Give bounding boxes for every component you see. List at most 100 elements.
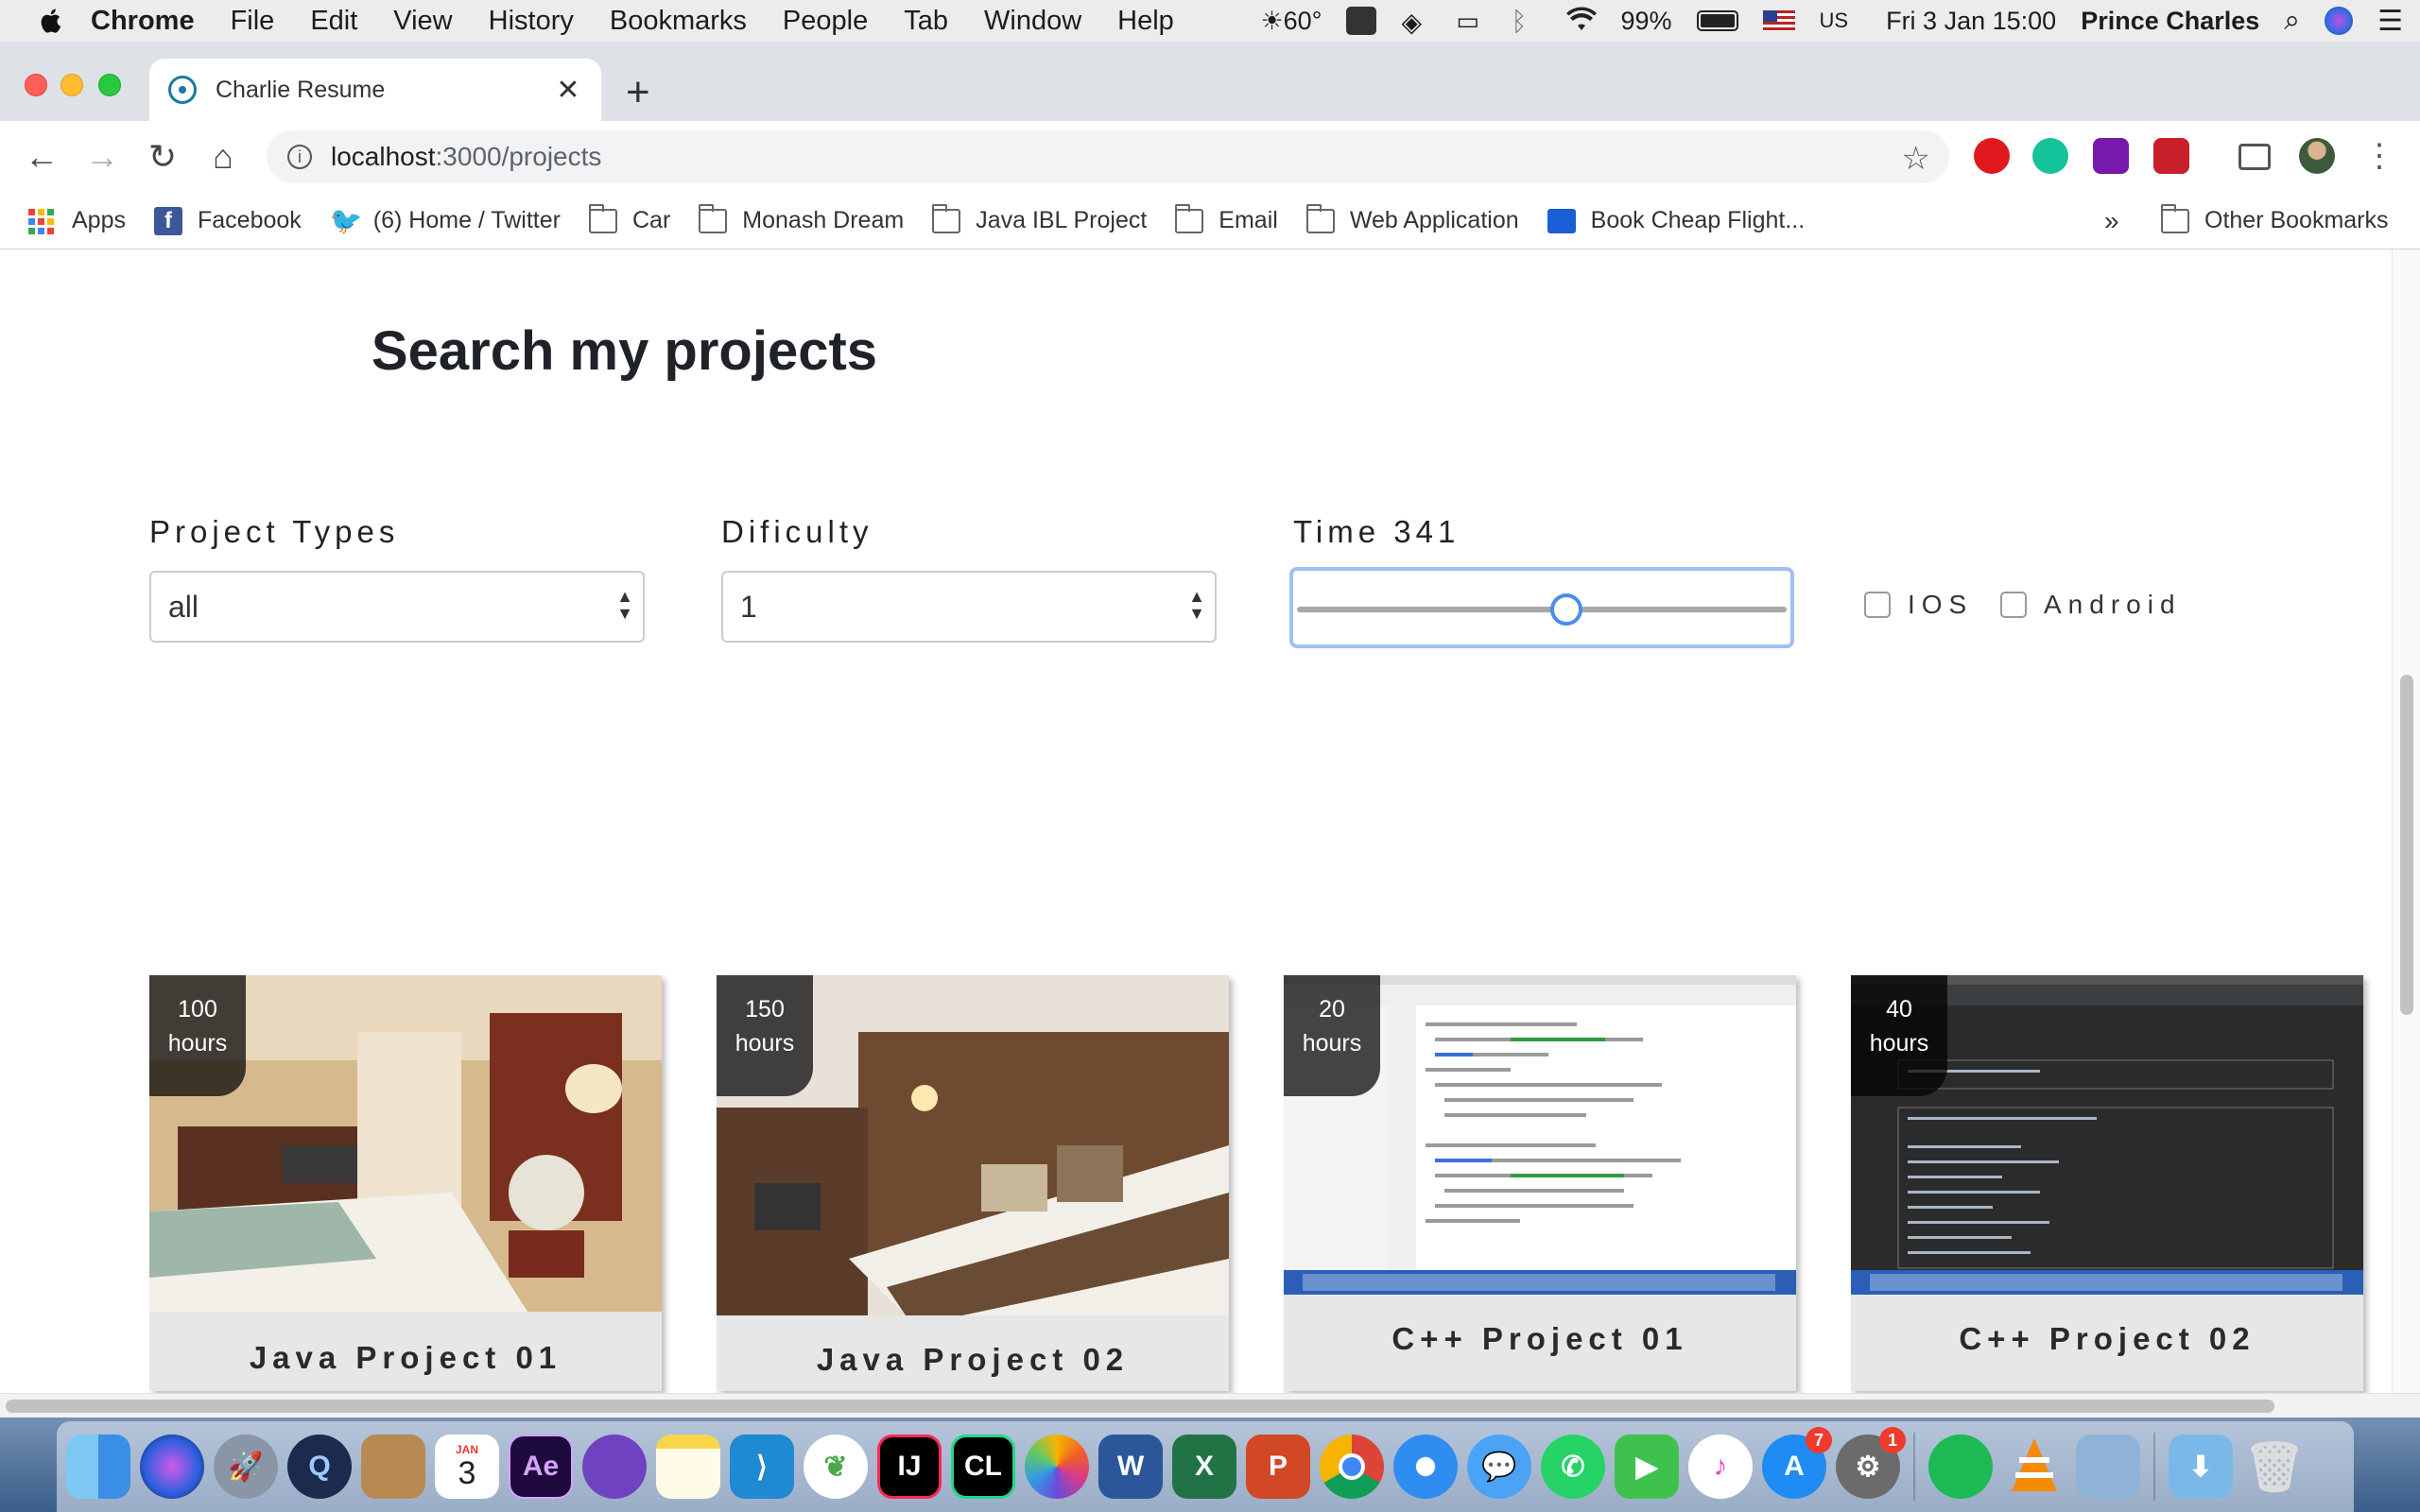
siri-icon[interactable]: [140, 1435, 204, 1499]
forward-button[interactable]: →: [83, 137, 121, 176]
horizontal-scrollbar-thumb[interactable]: [6, 1400, 2274, 1413]
preview-icon[interactable]: [2076, 1435, 2140, 1499]
window-minimize-button[interactable]: [60, 74, 83, 96]
ios-checkbox[interactable]: IOS: [1864, 590, 1973, 620]
spotify-icon[interactable]: [1928, 1435, 1993, 1499]
system-preferences-icon[interactable]: ⚙ 1: [1836, 1427, 1906, 1499]
project-types-select[interactable]: all ▲ ▼: [149, 571, 645, 643]
whatsapp-icon[interactable]: ✆: [1541, 1435, 1605, 1499]
window-close-button[interactable]: [25, 74, 47, 96]
ios-checkbox-box[interactable]: [1864, 592, 1891, 618]
tab-close-icon[interactable]: ✕: [554, 74, 582, 107]
after-effects-icon[interactable]: Ae: [509, 1435, 573, 1499]
menu-help[interactable]: Help: [1117, 6, 1174, 37]
project-card[interactable]: 40 hours C++ Project 02: [1851, 975, 2363, 1391]
battery-percent[interactable]: 99%: [1620, 7, 1671, 36]
menu-tab[interactable]: Tab: [904, 6, 948, 37]
apple-icon[interactable]: [38, 7, 66, 35]
menu-edit[interactable]: Edit: [310, 6, 357, 37]
bookmark-folder-car[interactable]: Car: [588, 203, 670, 234]
user-name[interactable]: Prince Charles: [2081, 7, 2259, 36]
bookmark-facebook[interactable]: f Facebook: [153, 206, 302, 235]
excel-icon[interactable]: X: [1172, 1435, 1236, 1499]
menu-app-chrome[interactable]: Chrome: [91, 6, 195, 37]
siri-icon[interactable]: [2325, 7, 2354, 35]
contacts-icon[interactable]: [361, 1435, 425, 1499]
github-desktop-icon[interactable]: [582, 1435, 647, 1499]
android-checkbox-box[interactable]: [2000, 592, 2027, 618]
reload-button[interactable]: ↻: [144, 137, 182, 176]
spotlight-search-icon[interactable]: ⌕: [2284, 5, 2300, 37]
calendar-icon[interactable]: JAN 3: [435, 1435, 499, 1499]
photos-icon[interactable]: [1025, 1435, 1089, 1499]
bluetooth-icon[interactable]: ᛒ: [1511, 7, 1541, 36]
word-icon[interactable]: W: [1098, 1435, 1163, 1499]
bookmark-other-bookmarks[interactable]: Other Bookmarks: [2161, 203, 2389, 234]
chrome-menu-icon[interactable]: ⋮: [2363, 140, 2395, 172]
dropbox-icon[interactable]: ◈: [1401, 7, 1431, 37]
back-button[interactable]: ←: [23, 137, 60, 176]
trash-icon[interactable]: 🗑: [2242, 1435, 2307, 1499]
new-tab-button[interactable]: +: [626, 72, 650, 113]
bookmark-twitter[interactable]: 🐦 (6) Home / Twitter: [330, 207, 561, 234]
bookmark-folder-java-ibl[interactable]: Java IBL Project: [932, 203, 1147, 234]
bookmark-folder-web-application[interactable]: Web Application: [1305, 203, 1519, 234]
site-info-icon[interactable]: i: [287, 145, 312, 169]
active-tab[interactable]: Charlie Resume ✕: [149, 59, 601, 121]
vertical-scrollbar-thumb[interactable]: [2400, 675, 2413, 1015]
downloads-folder-icon[interactable]: ⬇: [2169, 1435, 2233, 1499]
launchpad-icon[interactable]: 🚀: [214, 1435, 278, 1499]
slider-thumb[interactable]: [1550, 593, 1583, 626]
notification-center-icon[interactable]: ☰: [2377, 5, 2403, 38]
bookmark-folder-monash-dream[interactable]: Monash Dream: [699, 203, 904, 234]
vlc-icon[interactable]: [2002, 1435, 2066, 1499]
menu-bookmarks[interactable]: Bookmarks: [610, 6, 747, 37]
safari-icon[interactable]: [1393, 1435, 1458, 1499]
slider-track[interactable]: [1297, 607, 1787, 612]
messages-icon[interactable]: 💬: [1467, 1435, 1531, 1499]
onenote-extension-icon[interactable]: [2093, 138, 2129, 174]
menu-view[interactable]: View: [393, 6, 452, 37]
bookmarks-overflow-button[interactable]: »: [2104, 206, 2119, 236]
android-checkbox[interactable]: Android: [2000, 590, 2182, 620]
vscode-icon[interactable]: ⟩: [730, 1435, 794, 1499]
app-store-icon[interactable]: A7: [1762, 1427, 1832, 1499]
menu-window[interactable]: Window: [984, 6, 1081, 37]
cast-icon[interactable]: [2238, 144, 2271, 170]
mongodb-compass-icon[interactable]: ❦: [804, 1435, 868, 1499]
bookmark-cheap-flight[interactable]: Book Cheap Flight...: [1547, 207, 1805, 234]
menu-file[interactable]: File: [231, 6, 275, 37]
chrome-icon[interactable]: [1320, 1435, 1384, 1499]
notes-icon[interactable]: [656, 1435, 720, 1499]
red-extension-icon[interactable]: [2153, 138, 2189, 174]
bookmark-apps[interactable]: Apps: [28, 207, 126, 234]
clion-icon[interactable]: CL: [951, 1435, 1015, 1499]
difficulty-select[interactable]: 1 ▲ ▼: [721, 571, 1217, 643]
vertical-scrollbar[interactable]: [2392, 249, 2420, 1393]
powerpoint-icon[interactable]: P: [1246, 1435, 1310, 1499]
battery-icon[interactable]: [1696, 10, 1738, 31]
bookmark-folder-email[interactable]: Email: [1175, 203, 1278, 234]
time-slider[interactable]: [1289, 567, 1794, 648]
horizontal-scrollbar[interactable]: [0, 1393, 2420, 1418]
airplay-icon[interactable]: ▭: [1456, 7, 1486, 35]
wifi-icon[interactable]: [1565, 7, 1598, 35]
project-card[interactable]: 150 hours Java Project 02: [717, 975, 1229, 1391]
finder-icon[interactable]: [66, 1435, 130, 1499]
menu-people[interactable]: People: [783, 6, 868, 37]
input-source-label[interactable]: US: [1820, 9, 1849, 33]
clock[interactable]: Fri 3 Jan 15:00: [1886, 7, 2056, 36]
window-fullscreen-button[interactable]: [98, 74, 121, 96]
project-card[interactable]: 20 hours C++ Project 01: [1284, 975, 1796, 1391]
profile-avatar[interactable]: [2299, 138, 2335, 174]
weather-status[interactable]: ☀60°: [1260, 7, 1322, 36]
menu-history[interactable]: History: [489, 6, 574, 37]
itunes-icon[interactable]: ♪: [1688, 1435, 1753, 1499]
project-card[interactable]: 100 hours Java Project 01: [149, 975, 662, 1391]
notes-widget-icon[interactable]: [1346, 7, 1377, 35]
quicktime-icon[interactable]: Q: [287, 1435, 352, 1499]
home-button[interactable]: ⌂: [204, 137, 242, 176]
grammarly-extension-icon[interactable]: [2032, 138, 2068, 174]
facetime-icon[interactable]: ▶: [1615, 1435, 1679, 1499]
intellij-icon[interactable]: IJ: [877, 1435, 942, 1499]
